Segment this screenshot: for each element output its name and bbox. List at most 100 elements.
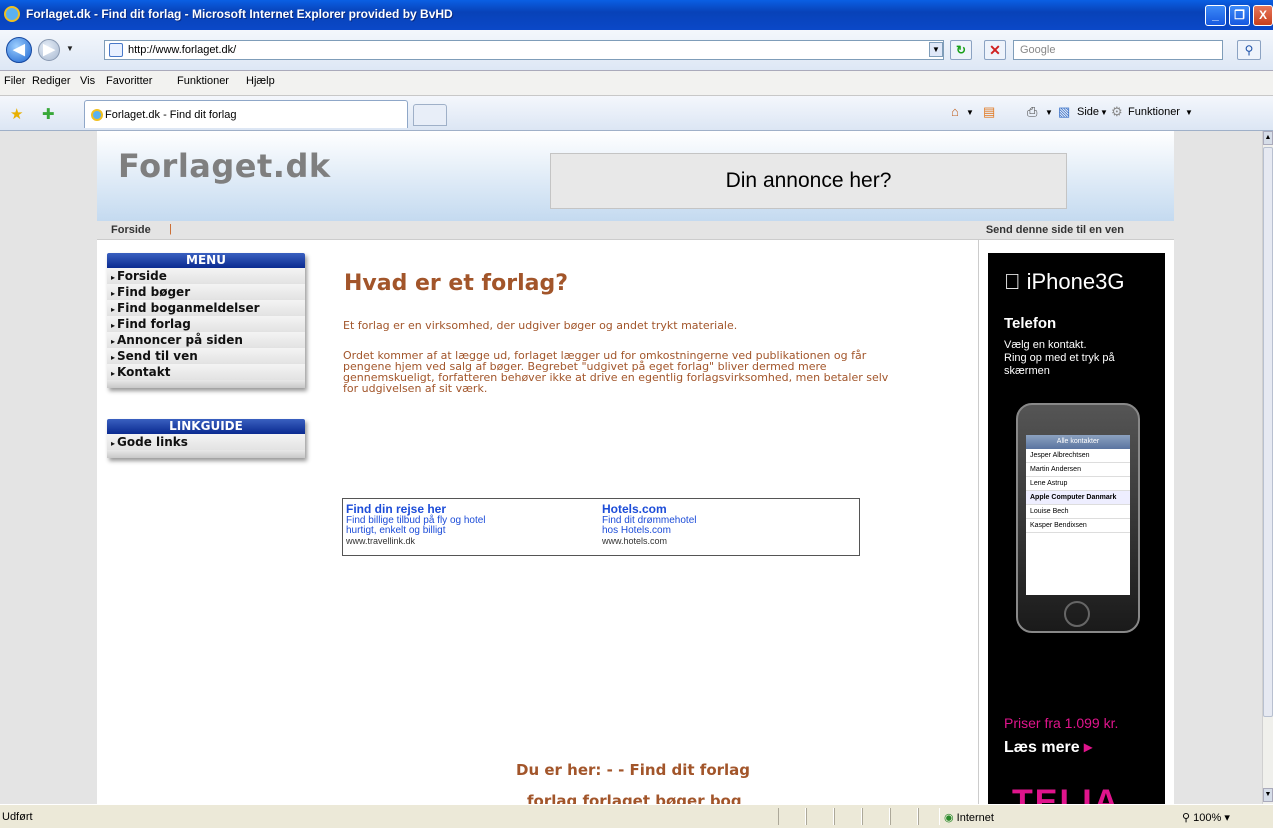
print-dropdown-icon[interactable]: ▼ bbox=[1045, 108, 1053, 117]
menu-item-find-boger[interactable]: Find bøger bbox=[107, 284, 305, 300]
ad-text: Vælg en kontakt. Ring op med et tryk på … bbox=[1004, 339, 1164, 378]
address-dropdown-icon[interactable]: ▼ bbox=[929, 42, 943, 57]
status-bar: Udført ◉ Internet ⚲ 100% ▾ bbox=[0, 804, 1273, 828]
tab-ie-icon bbox=[91, 109, 103, 121]
read-more-label: Læs mere bbox=[1004, 739, 1080, 756]
scroll-up-icon[interactable]: ▲ bbox=[1263, 131, 1273, 145]
address-input[interactable]: http://www.forlaget.dk/ bbox=[104, 40, 944, 60]
telia-logo: TELIA bbox=[1012, 783, 1121, 804]
gear-icon[interactable]: ⚙ bbox=[1111, 104, 1123, 120]
travellink-ad[interactable]: Find din rejse her Find billige tilbud p… bbox=[346, 503, 486, 547]
address-toolbar: ◀ ▶ ▼ http://www.forlaget.dk/ ▼ ↻ ✕ Goog… bbox=[0, 30, 1273, 71]
ie-logo-icon bbox=[4, 6, 20, 22]
menu-header: MENU bbox=[107, 253, 305, 268]
site-logo[interactable]: Forlaget.dk bbox=[118, 147, 331, 185]
new-tab-button[interactable] bbox=[413, 104, 447, 126]
tools-dropdown-icon[interactable]: ▼ bbox=[1185, 108, 1193, 117]
menu-footer bbox=[107, 380, 305, 388]
ad-text-line: Ring op med et tryk på bbox=[1004, 352, 1115, 364]
internet-zone[interactable]: ◉ Internet bbox=[944, 811, 994, 824]
forward-button[interactable]: ▶ bbox=[38, 39, 60, 61]
screen-title: Alle kontakter bbox=[1026, 435, 1130, 449]
zoom-icon: ⚲ bbox=[1182, 812, 1191, 824]
brand-name: iPhone bbox=[1004, 269, 1096, 294]
iphone-image: Alle kontakter Jesper Albrechtsen Martin… bbox=[1016, 403, 1140, 633]
page-icon bbox=[109, 43, 123, 57]
stop-button[interactable]: ✕ bbox=[984, 40, 1006, 60]
browser-viewport: Forlaget.dk Din annonce her? Forside | S… bbox=[0, 131, 1262, 804]
linkguide-item-gode-links[interactable]: Gode links bbox=[107, 434, 305, 450]
status-pane bbox=[890, 808, 918, 825]
iphone-ad[interactable]:  iPhone3G Telefon Vælg en kontakt. Ring… bbox=[988, 253, 1165, 804]
phone-screen: Alle kontakter Jesper Albrechtsen Martin… bbox=[1026, 435, 1130, 595]
text-link-ads: Find din rejse her Find billige tilbud p… bbox=[342, 498, 860, 556]
minimize-button[interactable]: _ bbox=[1205, 5, 1226, 26]
contact-row: Martin Andersen bbox=[1026, 463, 1130, 477]
tab-forlaget[interactable]: Forlaget.dk - Find dit forlag bbox=[84, 100, 408, 128]
right-column-divider bbox=[978, 239, 979, 804]
feeds-icon[interactable]: ▤ bbox=[983, 104, 995, 120]
menu-favoritter[interactable]: Favoritter bbox=[106, 75, 152, 87]
zoom-label: 100% bbox=[1193, 812, 1222, 824]
hotels-ad[interactable]: Hotels.com Find dit drømmehotel hos Hote… bbox=[602, 503, 696, 547]
arrow-right-icon: ▸ bbox=[1084, 739, 1093, 756]
iphone-brand:  iPhone3G bbox=[1004, 269, 1125, 295]
menu-rediger[interactable]: Rediger bbox=[32, 75, 71, 87]
contact-row: Lene Astrup bbox=[1026, 477, 1130, 491]
menu-hjaelp[interactable]: Hjælp bbox=[246, 75, 275, 87]
menu-item-send-til-ven[interactable]: Send til ven bbox=[107, 348, 305, 364]
search-input[interactable]: Google bbox=[1013, 40, 1223, 60]
page-dropdown-icon[interactable]: ▼ bbox=[1100, 108, 1108, 117]
url-text: http://www.forlaget.dk/ bbox=[128, 44, 237, 56]
zoom-level[interactable]: ⚲ 100% ▾ bbox=[1182, 811, 1230, 824]
back-button[interactable]: ◀ bbox=[6, 37, 32, 63]
page-menu-icon[interactable]: ▧ bbox=[1058, 104, 1070, 120]
status-pane bbox=[778, 808, 806, 825]
body-line: for udgivelsen af sit værk. bbox=[343, 382, 488, 395]
phone-home-button bbox=[1064, 601, 1090, 627]
favorites-star-icon[interactable]: ★ bbox=[10, 105, 23, 123]
contact-row: Jesper Albrechtsen bbox=[1026, 449, 1130, 463]
main-menu: MENU Forside Find bøger Find boganmeldel… bbox=[107, 253, 305, 388]
menu-item-find-boganmeldelser[interactable]: Find boganmeldelser bbox=[107, 300, 305, 316]
home-icon[interactable]: ⌂ bbox=[951, 104, 959, 119]
intro-paragraph: Et forlag er en virksomhed, der udgiver … bbox=[343, 319, 738, 332]
scroll-thumb[interactable] bbox=[1263, 147, 1273, 717]
close-button[interactable]: X bbox=[1253, 5, 1273, 26]
zone-label: Internet bbox=[956, 812, 994, 824]
history-dropdown-icon[interactable]: ▼ bbox=[66, 44, 74, 53]
maximize-button[interactable]: ❐ bbox=[1229, 5, 1250, 26]
scroll-down-icon[interactable]: ▼ bbox=[1263, 788, 1273, 802]
vertical-scrollbar[interactable]: ▲ ▼ bbox=[1262, 131, 1273, 804]
menu-vis[interactable]: Vis bbox=[80, 75, 95, 87]
menu-filer[interactable]: Filer bbox=[4, 75, 25, 87]
breadcrumb: Du er her: - - Find dit forlag bbox=[516, 761, 751, 779]
tab-bar: ★ ✚ Forlaget.dk - Find dit forlag ⌂ ▼ ▤ … bbox=[0, 96, 1273, 131]
refresh-button[interactable]: ↻ bbox=[950, 40, 972, 60]
web-page: Forlaget.dk Din annonce her? Forside | S… bbox=[97, 131, 1174, 804]
page-menu-label[interactable]: Side bbox=[1077, 106, 1099, 118]
price-text: Priser fra 1.099 kr. bbox=[1004, 715, 1119, 731]
contact-row: Kasper Bendixsen bbox=[1026, 519, 1130, 533]
tag-line: forlag forlaget bøger bog bbox=[527, 792, 742, 804]
ad-banner[interactable]: Din annonce her? bbox=[550, 153, 1067, 209]
tools-menu-label[interactable]: Funktioner bbox=[1128, 106, 1180, 118]
linkguide-menu: LINKGUIDE Gode links bbox=[107, 419, 305, 458]
telefon-label: Telefon bbox=[1004, 315, 1057, 332]
globe-icon: ◉ bbox=[944, 812, 954, 824]
linkguide-footer bbox=[107, 450, 305, 458]
sub-navigation: Forside | Send denne side til en ven bbox=[97, 221, 1174, 240]
menu-item-forside[interactable]: Forside bbox=[107, 268, 305, 284]
status-text: Udført bbox=[2, 811, 33, 823]
search-button[interactable]: ⚲ bbox=[1237, 40, 1261, 60]
menu-item-find-forlag[interactable]: Find forlag bbox=[107, 316, 305, 332]
read-more-link[interactable]: Læs mere ▸ bbox=[1004, 737, 1092, 757]
menu-funktioner[interactable]: Funktioner bbox=[177, 75, 229, 87]
subnav-forside-link[interactable]: Forside bbox=[111, 224, 151, 236]
add-favorites-icon[interactable]: ✚ bbox=[42, 105, 55, 123]
print-icon[interactable]: ⎙ bbox=[1027, 104, 1037, 120]
send-to-friend-link[interactable]: Send denne side til en ven bbox=[986, 224, 1124, 236]
menu-item-kontakt[interactable]: Kontakt bbox=[107, 364, 305, 380]
home-dropdown-icon[interactable]: ▼ bbox=[966, 108, 974, 117]
menu-item-annoncer[interactable]: Annoncer på siden bbox=[107, 332, 305, 348]
